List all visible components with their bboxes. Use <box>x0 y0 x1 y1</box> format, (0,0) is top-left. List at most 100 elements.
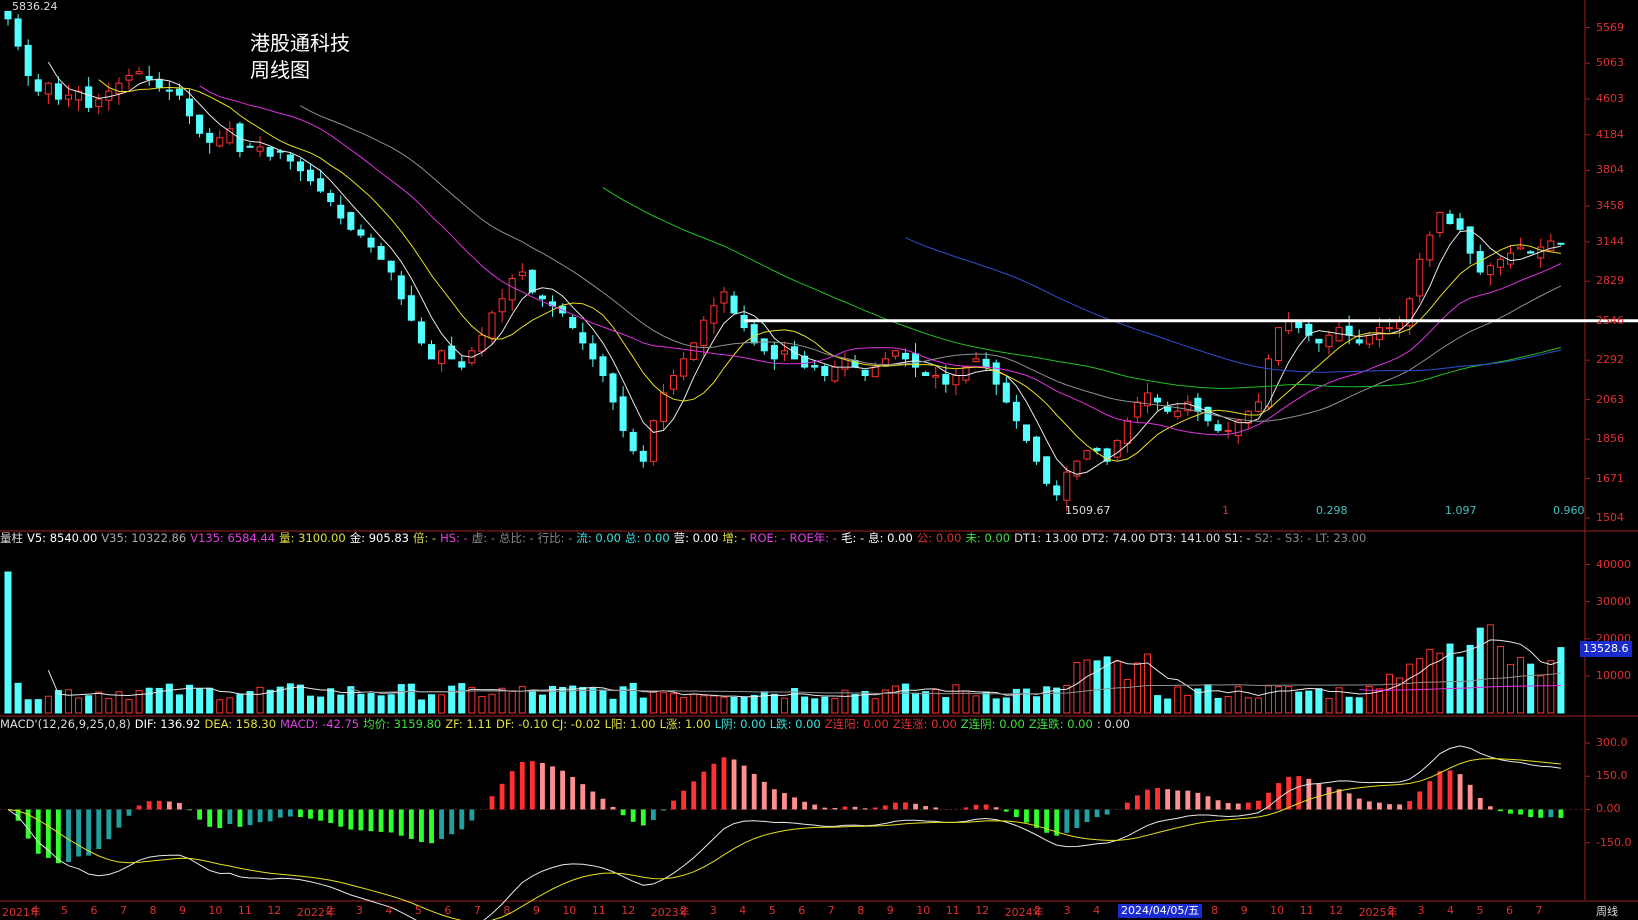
axis-tick-label: 3458 <box>1596 199 1624 213</box>
volume-indicator-header: 量柱 V5: 8540.00 V35: 10322.86 V135: 6584.44 量… <box>0 530 1370 546</box>
header-macd: MACD: -42.75 <box>280 717 360 731</box>
volume-bar <box>1355 697 1363 714</box>
candle-body <box>1275 327 1283 361</box>
volume-bar <box>680 697 688 714</box>
volume-bar <box>528 690 536 714</box>
volume-bar <box>922 691 930 714</box>
header-s3: S3: - <box>1284 531 1312 545</box>
candle-body <box>1093 447 1101 452</box>
volume-bar <box>347 686 355 714</box>
candle-body <box>1164 406 1172 412</box>
candle-body <box>14 18 22 47</box>
header-hangbi: 行比: - <box>537 531 573 545</box>
volume-bar <box>952 684 960 714</box>
volume-bar <box>912 692 920 714</box>
header-ldie: L跌: 0.00 <box>769 717 821 731</box>
header-zlyin: Z连阴: 0.00 <box>960 717 1025 731</box>
axis-tick-label: 4184 <box>1596 127 1624 141</box>
header-dt3: DT3: 141.00 <box>1149 531 1221 545</box>
header-hs: HS: - <box>440 531 468 545</box>
time-tick-label: 4 <box>1093 904 1101 917</box>
candle-body <box>196 114 204 134</box>
volume-bar <box>1385 673 1394 714</box>
volume-ma5-line <box>47 639 1562 698</box>
volume-bar <box>407 683 415 714</box>
header-junjia: 均价: 3159.80 <box>363 717 442 731</box>
candle-body <box>811 365 819 368</box>
candle-body <box>1053 485 1061 496</box>
time-tick-label: 10 <box>562 904 577 917</box>
volume-bar <box>700 695 708 714</box>
volume-bar <box>34 699 42 714</box>
volume-bar <box>1002 697 1010 714</box>
candle-body <box>579 332 587 344</box>
candle-body <box>1345 325 1353 336</box>
volume-bar <box>518 685 526 714</box>
volume-bar <box>1557 647 1565 714</box>
candle-body <box>145 75 153 80</box>
time-tick-label: 4 <box>739 904 747 917</box>
candle-body <box>387 260 395 273</box>
candle-body <box>1496 258 1504 268</box>
candle-body <box>1436 211 1444 233</box>
volume-bar <box>377 695 385 714</box>
volume-bar <box>770 693 778 714</box>
candle-body <box>1174 410 1182 418</box>
candle-body <box>1194 397 1202 412</box>
axis-tick-label: 4603 <box>1596 91 1624 105</box>
volume-bar <box>1537 675 1545 714</box>
candle-body <box>589 343 597 360</box>
time-tick-label: 12 <box>975 904 990 917</box>
time-tick-label: 5 <box>1476 904 1484 917</box>
volume-bar <box>589 688 597 714</box>
volume-bar <box>599 689 607 714</box>
header-dea: DEA: 158.30 <box>204 717 277 731</box>
volume-bar <box>427 694 436 714</box>
time-tick-label: 7 <box>119 904 127 917</box>
candle-body <box>95 98 103 107</box>
candle-body <box>1083 450 1091 460</box>
candle-body <box>1365 334 1373 345</box>
axis-tick-label: 1671 <box>1596 471 1624 485</box>
candle-body <box>206 132 214 143</box>
header-lyang: L阳: 1.00 <box>604 717 656 731</box>
axis-tick-label: 10000 <box>1596 668 1631 682</box>
candle-body <box>327 192 335 203</box>
volume-bar <box>165 683 173 714</box>
axis-tick-label: 2063 <box>1596 392 1624 406</box>
volume-bar <box>1466 644 1474 714</box>
volume-bar <box>1133 662 1141 714</box>
volume-bar <box>196 688 204 714</box>
time-tick-label: 7 <box>1535 904 1543 917</box>
price-high-label: 5836.24 <box>12 0 58 13</box>
volume-bar <box>317 696 325 714</box>
volume-bar <box>1174 686 1182 714</box>
volume-bar <box>1295 691 1303 714</box>
volume-bar <box>64 689 73 714</box>
volume-bar <box>236 694 244 714</box>
low-price-label: 1509.67 <box>1065 504 1111 517</box>
volume-bar <box>327 688 335 714</box>
axis-tick-label: 3144 <box>1596 234 1624 248</box>
volume-bar <box>4 571 12 714</box>
volume-bar <box>1315 688 1323 714</box>
volume-bar <box>1406 663 1414 714</box>
header-lzhang: L涨: 1.00 <box>659 717 711 731</box>
time-tick-label: 6 <box>444 904 452 917</box>
candle-body <box>750 324 758 344</box>
macd-dif-line <box>7 745 1561 920</box>
candle-body <box>458 361 466 368</box>
volume-bar <box>1164 698 1172 714</box>
volume-bar <box>1547 660 1555 714</box>
volume-bar <box>670 693 678 714</box>
volume-bar <box>1073 662 1081 714</box>
header-v135: V135: 6584.44 <box>190 531 276 545</box>
header-s1: S1: - <box>1224 531 1251 545</box>
volume-bar <box>1204 684 1212 714</box>
axis-tick-label: 2546 <box>1596 313 1624 327</box>
candle-body <box>1506 252 1515 265</box>
header-vol_title: 量柱 <box>0 531 23 545</box>
volume-bar <box>629 682 637 714</box>
volume-bar <box>891 685 899 714</box>
time-tick-label: 11 <box>945 904 960 917</box>
